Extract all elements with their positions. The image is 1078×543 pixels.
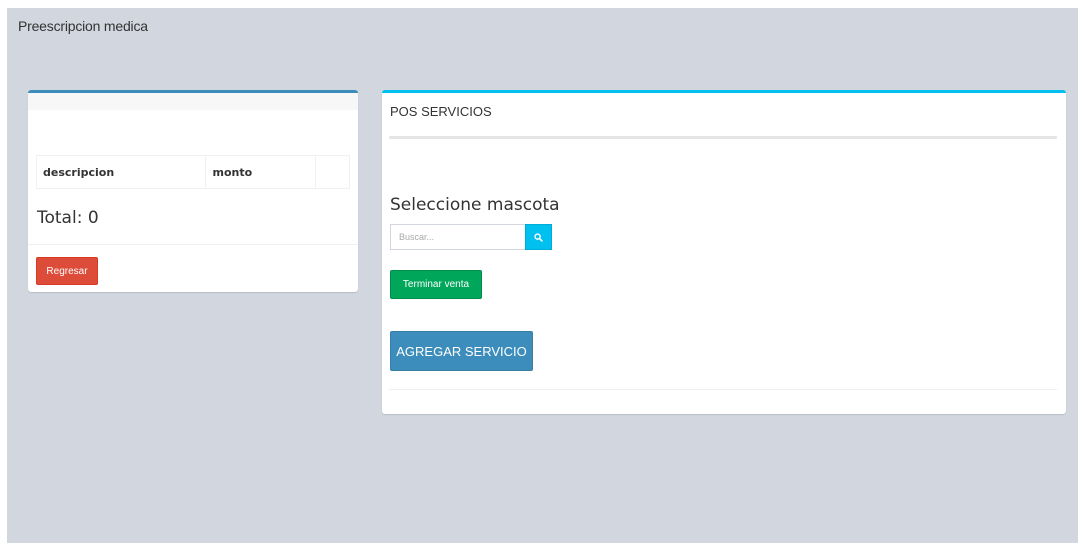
table-header-row: descripcion monto <box>35 155 350 189</box>
items-table: descripcion monto <box>35 155 350 189</box>
add-service-button[interactable]: AGREGAR SERVICIO <box>390 331 533 371</box>
page-title: Preescripcion medica <box>18 18 148 34</box>
column-header-descripcion: descripcion <box>35 155 207 189</box>
finish-sale-button[interactable]: Terminar venta <box>390 270 482 299</box>
total-label: Total: 0 <box>37 208 99 228</box>
totals-box: descripcion monto Total: 0 Regresar <box>28 90 358 292</box>
column-header-actions <box>315 155 350 189</box>
pos-services-box: POS SERVICIOS Seleccione mascota Termina… <box>382 90 1066 414</box>
select-pet-heading: Seleccione mascota <box>390 195 560 215</box>
divider <box>389 389 1057 390</box>
pet-search-input[interactable] <box>390 224 525 250</box>
pet-search-group <box>390 224 552 250</box>
search-button[interactable] <box>525 224 552 250</box>
back-button[interactable]: Regresar <box>36 257 98 285</box>
box-title: POS SERVICIOS <box>390 104 492 119</box>
box-header <box>28 93 358 110</box>
divider <box>389 136 1057 139</box>
content-wrapper: Preescripcion medica descripcion monto T… <box>7 8 1078 543</box>
column-header-monto: monto <box>205 155 317 189</box>
divider <box>28 244 358 245</box>
search-icon <box>534 232 543 242</box>
